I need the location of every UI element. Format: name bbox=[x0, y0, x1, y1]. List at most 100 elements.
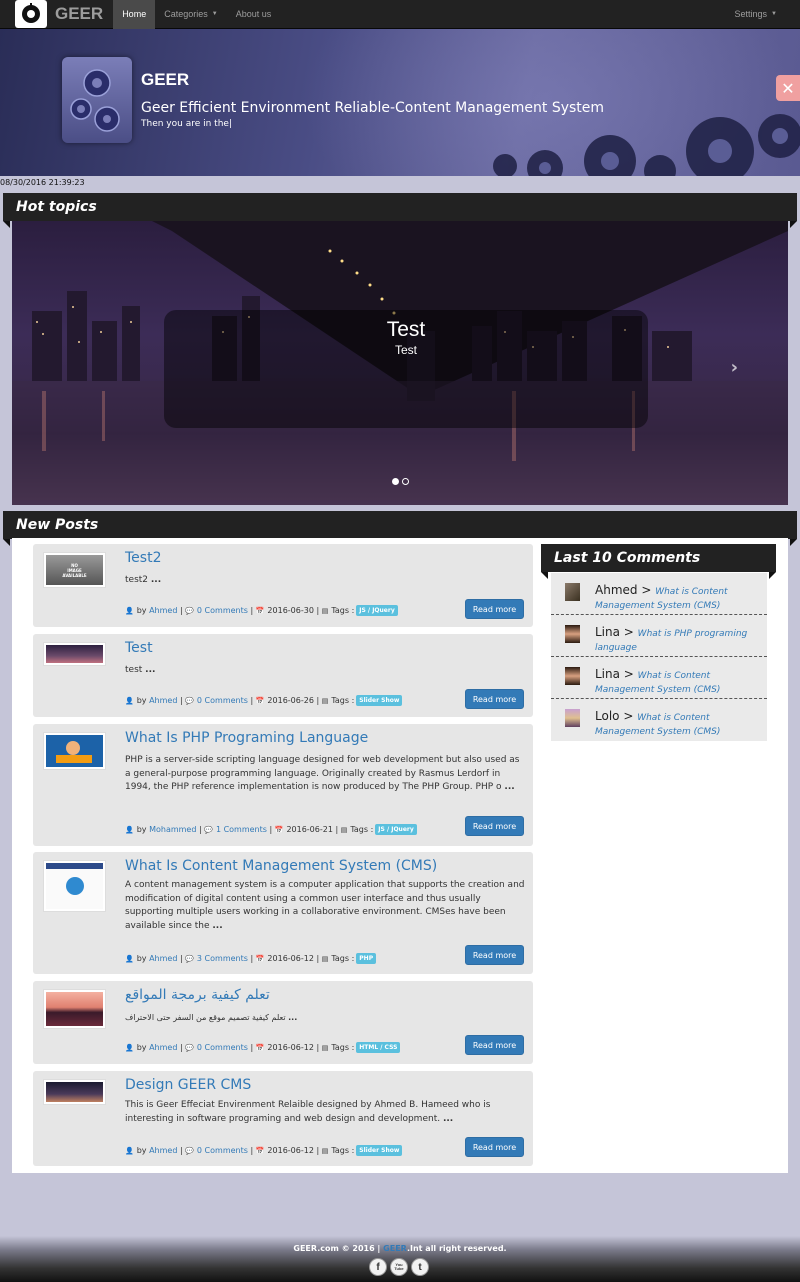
nav-settings[interactable]: Settings ▼ bbox=[726, 0, 786, 29]
nav-home[interactable]: Home bbox=[113, 0, 156, 29]
banner-typing-text: Then you are in the| bbox=[141, 119, 232, 129]
read-more-button[interactable]: Read more bbox=[465, 1035, 524, 1055]
post-tag[interactable]: HTML / CSS bbox=[356, 1042, 401, 1053]
youtube-icon[interactable]: You Tube bbox=[390, 1258, 408, 1276]
post-author-link[interactable]: Ahmed bbox=[149, 1043, 177, 1052]
read-more-button[interactable]: Read more bbox=[465, 945, 524, 965]
comment-author: Lolo bbox=[595, 709, 620, 723]
post-card: Test test ... 👤 by Ahmed | 💬 0 Comments | … bbox=[33, 634, 533, 717]
cms-circle-shape bbox=[66, 877, 84, 895]
avatar bbox=[565, 583, 580, 601]
avatar bbox=[565, 667, 580, 685]
comment-author: Ahmed bbox=[595, 583, 638, 597]
post-thumbnail[interactable] bbox=[43, 732, 106, 770]
post-comments-link[interactable]: 0 Comments bbox=[197, 1146, 248, 1155]
post-excerpt: test2 ... bbox=[125, 575, 162, 585]
post-author-link[interactable]: Ahmed bbox=[149, 696, 177, 705]
carousel-indicator-2[interactable] bbox=[402, 478, 409, 485]
post-title[interactable]: What Is PHP Programing Language bbox=[125, 730, 368, 746]
post-date: 2016-06-26 bbox=[267, 696, 314, 705]
comment-item: Lolo > What is Content Management System… bbox=[551, 699, 767, 741]
post-author-link[interactable]: Ahmed bbox=[149, 1146, 177, 1155]
post-tag[interactable]: JS / JQuery bbox=[356, 605, 398, 616]
post-date: 2016-06-12 bbox=[267, 1043, 314, 1052]
read-more-button[interactable]: Read more bbox=[465, 689, 524, 709]
carousel-indicator-1[interactable] bbox=[392, 478, 399, 485]
tags-label: Tags : bbox=[350, 825, 374, 834]
post-author-link[interactable]: Ahmed bbox=[149, 954, 177, 963]
post-tag[interactable]: JS / JQuery bbox=[375, 824, 417, 835]
post-meta: 👤 by Mohammed | 💬 1 Comments | 📅 2016-06-21… bbox=[125, 824, 417, 835]
post-comments-link[interactable]: 0 Comments bbox=[197, 606, 248, 615]
post-thumbnail[interactable] bbox=[43, 642, 106, 666]
post-tag[interactable]: Slider Show bbox=[356, 1145, 403, 1156]
by-label: by bbox=[136, 954, 147, 963]
post-excerpt-text: test2 bbox=[125, 575, 149, 585]
carousel-caption-text: Test bbox=[394, 343, 417, 357]
twitter-icon[interactable]: t bbox=[411, 1258, 429, 1276]
post-comments-link[interactable]: 0 Comments bbox=[197, 696, 248, 705]
comment-icon: 💬 bbox=[185, 696, 194, 705]
tags-icon: ▤ bbox=[321, 606, 329, 615]
decorative-gears-icon bbox=[493, 114, 800, 176]
footer-rights: .Int all right reserved. bbox=[406, 1244, 507, 1253]
post-thumbnail[interactable] bbox=[43, 989, 106, 1029]
hot-topics-carousel[interactable]: Test Test › bbox=[12, 221, 788, 505]
by-label: by bbox=[136, 1146, 147, 1155]
timestamp: 08/30/2016 21:39:23 bbox=[0, 178, 85, 187]
user-icon: 👤 bbox=[125, 825, 134, 834]
nav-about-label: About us bbox=[235, 9, 272, 19]
user-icon: 👤 bbox=[125, 606, 134, 615]
post-date: 2016-06-12 bbox=[267, 954, 314, 963]
post-thumbnail[interactable] bbox=[43, 1079, 106, 1105]
facebook-icon[interactable]: f bbox=[369, 1258, 387, 1276]
avatar bbox=[565, 625, 580, 643]
brand-name[interactable]: GEER bbox=[55, 4, 103, 24]
comment-item: Lina > What is Content Management System… bbox=[551, 657, 767, 699]
tags-icon: ▤ bbox=[340, 825, 348, 834]
post-title[interactable]: Design GEER CMS bbox=[125, 1077, 251, 1093]
last-comments-heading: Last 10 Comments bbox=[541, 544, 776, 579]
post-author-link[interactable]: Mohammed bbox=[149, 825, 196, 834]
new-posts-label: New Posts bbox=[16, 517, 99, 533]
gears-logo-icon bbox=[62, 57, 132, 143]
post-excerpt-text: This is Geer Effeciat Envirenment Relaib… bbox=[125, 1100, 491, 1124]
post-author-link[interactable]: Ahmed bbox=[149, 606, 177, 615]
nav-settings-label: Settings bbox=[734, 9, 768, 19]
post-thumbnail[interactable]: NO IMAGE AVAILABLE bbox=[43, 552, 106, 588]
footer-brand-link[interactable]: GEER bbox=[383, 1244, 407, 1253]
post-comments-link[interactable]: 3 Comments bbox=[197, 954, 248, 963]
nav-home-label: Home bbox=[122, 9, 147, 19]
post-title[interactable]: Test bbox=[125, 640, 153, 656]
hot-topics-heading: Hot topics bbox=[3, 193, 797, 228]
tags-label: Tags : bbox=[331, 1043, 355, 1052]
caret-down-icon: ▼ bbox=[771, 11, 777, 17]
read-more-button[interactable]: Read more bbox=[465, 599, 524, 619]
by-label: by bbox=[136, 825, 147, 834]
comment-icon: 💬 bbox=[185, 954, 194, 963]
chevron-right-icon[interactable]: › bbox=[731, 357, 738, 378]
sunset-image bbox=[46, 992, 103, 1026]
post-tag[interactable]: Slider Show bbox=[356, 695, 403, 706]
post-title[interactable]: What Is Content Management System (CMS) bbox=[125, 858, 437, 874]
avatar bbox=[565, 709, 580, 727]
city-night-image bbox=[46, 645, 103, 663]
post-title[interactable]: تعلم كيفية برمجة المواقع bbox=[125, 987, 270, 1003]
tags-icon: ▤ bbox=[321, 696, 329, 705]
post-excerpt: This is Geer Effeciat Envirenment Relaib… bbox=[125, 1100, 491, 1124]
read-more-button[interactable]: Read more bbox=[465, 1137, 524, 1157]
post-tag[interactable]: PHP bbox=[356, 953, 377, 964]
post-title[interactable]: Test2 bbox=[125, 550, 161, 566]
footer: GEER.com © 2016 | GEER.Int all right res… bbox=[0, 1236, 800, 1282]
post-card: NO IMAGE AVAILABLE Test2 test2 ... 👤 by Ahm… bbox=[33, 544, 533, 627]
post-comments-link[interactable]: 1 Comments bbox=[216, 825, 267, 834]
post-thumbnail[interactable] bbox=[43, 860, 106, 912]
post-card: تعلم كيفية برمجة المواقع تعلم كيفية تصمي… bbox=[33, 981, 533, 1064]
post-comments-link[interactable]: 0 Comments bbox=[197, 1043, 248, 1052]
read-more-button[interactable]: Read more bbox=[465, 816, 524, 836]
brand-logo-icon[interactable] bbox=[15, 0, 47, 28]
nav-categories[interactable]: Categories ▼ bbox=[155, 0, 226, 29]
nav-about[interactable]: About us bbox=[227, 0, 281, 29]
comment-author: Lina bbox=[595, 667, 620, 681]
calendar-icon: 📅 bbox=[274, 825, 284, 834]
